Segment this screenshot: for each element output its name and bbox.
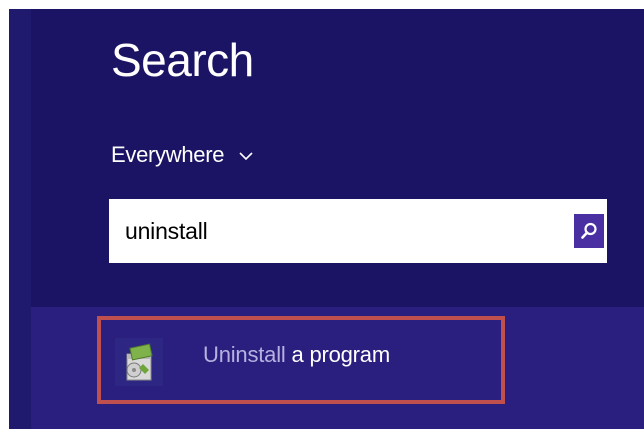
search-input[interactable]	[109, 199, 574, 263]
search-result-label: Uninstall a program	[203, 344, 390, 366]
chevron-down-icon	[238, 148, 254, 164]
search-pane-title: Search	[111, 34, 254, 86]
search-scope-dropdown[interactable]: Everywhere	[111, 144, 254, 166]
result-rest-text: a program	[285, 342, 390, 367]
search-result-uninstall-program[interactable]: Uninstall a program	[97, 316, 505, 404]
pane-edge	[9, 9, 31, 429]
uninstall-program-icon	[115, 338, 163, 386]
search-box	[109, 199, 607, 263]
search-scope-label: Everywhere	[111, 142, 225, 167]
result-match-text: Uninstall	[203, 342, 286, 367]
search-charm-pane: Search Everywhere uninstall Uninstall a …	[9, 9, 644, 429]
search-button[interactable]	[574, 214, 604, 248]
magnifier-icon	[579, 221, 599, 241]
